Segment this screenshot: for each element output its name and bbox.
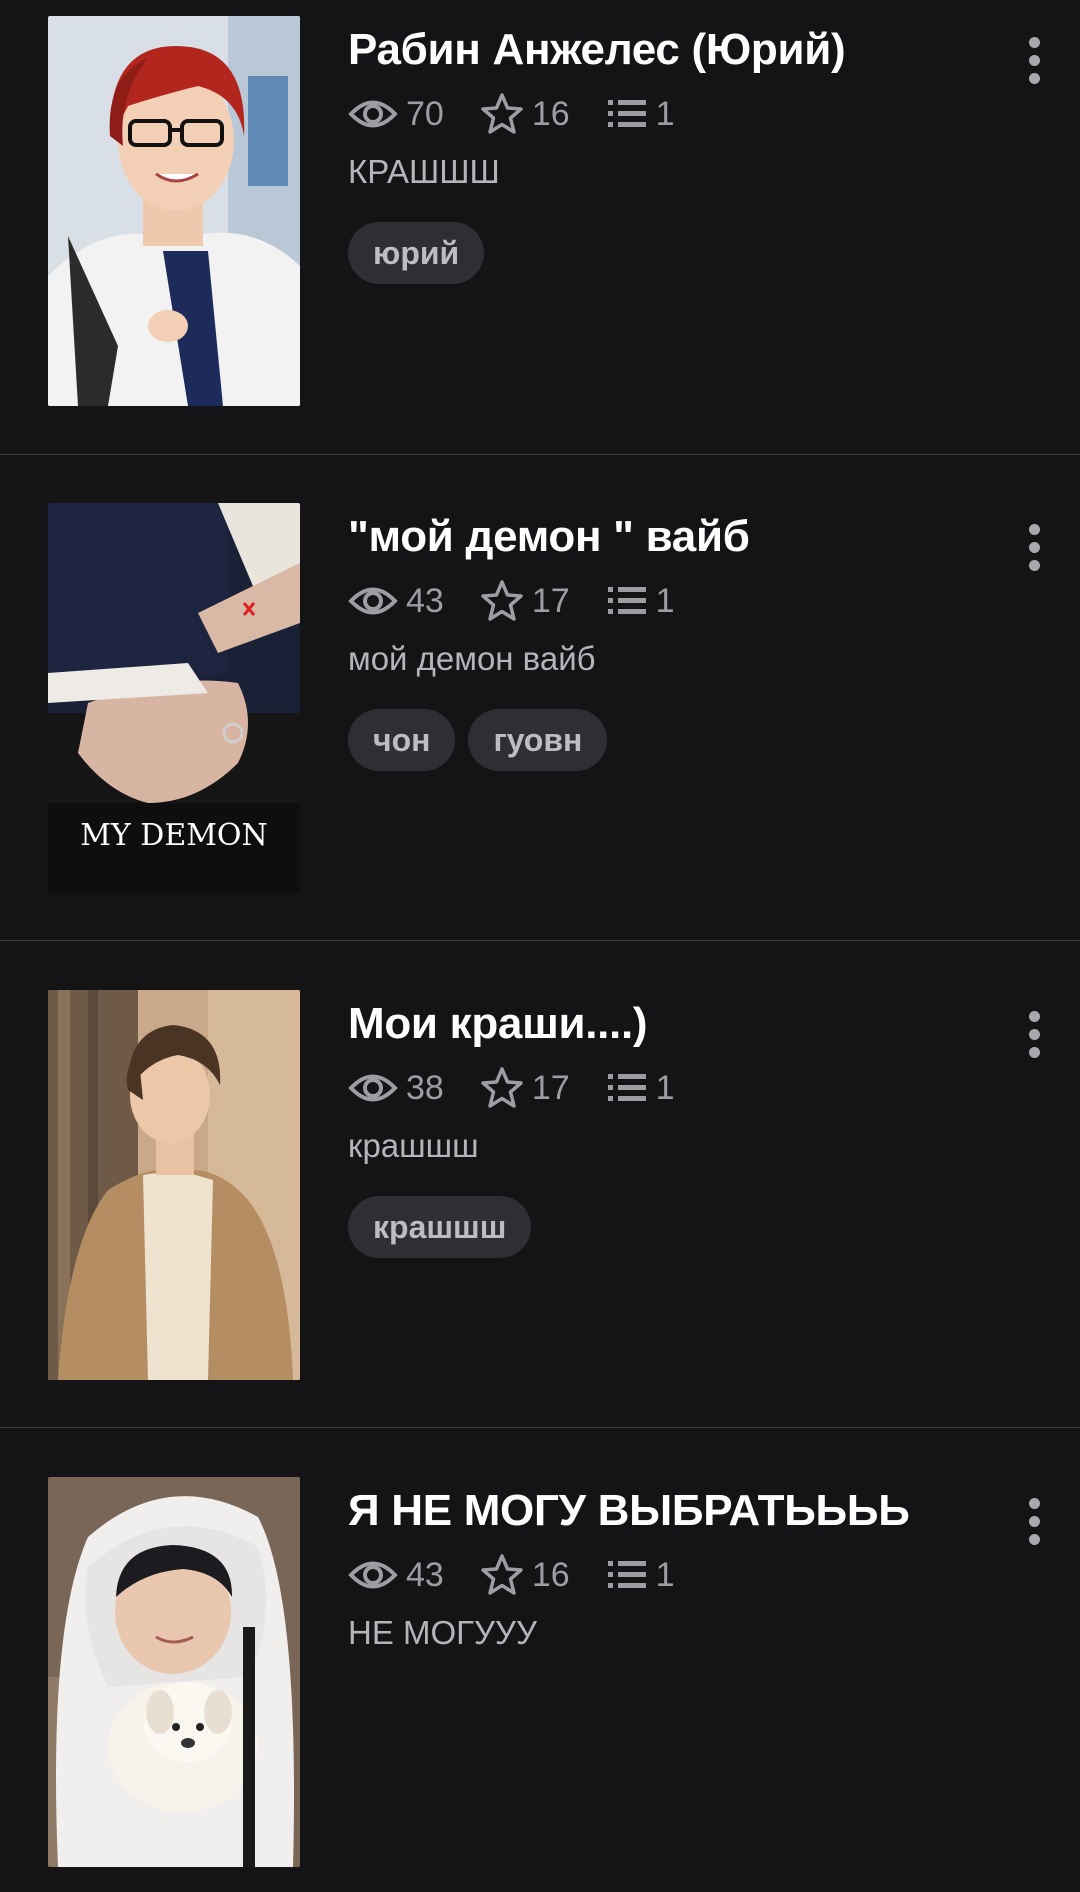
- story-cover[interactable]: [48, 16, 300, 406]
- dot: [1028, 72, 1040, 84]
- star-icon: [481, 1554, 523, 1595]
- story-info: Мои краши....) 38 17 1 крашшш крашшш: [348, 996, 990, 1258]
- dot: [1028, 1010, 1040, 1022]
- story-cover[interactable]: [48, 990, 300, 1380]
- views-stat: 38: [348, 1069, 444, 1108]
- story-description: КРАШШШ: [348, 153, 500, 190]
- votes-stat: 16: [480, 1553, 570, 1597]
- list-icon: [607, 100, 646, 127]
- votes-count: 16: [531, 94, 570, 133]
- story-title[interactable]: Рабин Анжелес (Юрий): [348, 22, 990, 78]
- views-stat: 43: [348, 582, 444, 621]
- views-count: 43: [406, 1555, 444, 1594]
- views-count: 43: [406, 581, 444, 620]
- story-title[interactable]: "мой демон " вайб: [348, 509, 990, 565]
- story-item[interactable]: Я НЕ МОГУ ВЫБРАТЬЬЬЬ 43 16 1 НЕ МОГУУУ: [0, 1429, 1080, 1869]
- story-cover[interactable]: [48, 1477, 300, 1867]
- story-stats: 38 17 1: [348, 1064, 990, 1112]
- star-icon: [481, 1067, 523, 1108]
- boy-with-puppy-cover: [48, 1477, 300, 1867]
- parts-stat: 1: [606, 1556, 675, 1595]
- list-icon: [607, 1074, 646, 1101]
- votes-count: 17: [531, 1068, 570, 1107]
- story-info: Я НЕ МОГУ ВЫБРАТЬЬЬЬ 43 16 1 НЕ МОГУУУ: [348, 1483, 990, 1653]
- star-icon: [481, 93, 523, 134]
- parts-count: 1: [655, 581, 675, 620]
- dot: [1028, 1028, 1040, 1040]
- dot: [1028, 1497, 1040, 1509]
- parts-count: 1: [655, 94, 675, 133]
- my-demon-cover: MY DEMON: [48, 503, 300, 893]
- parts-stat: 1: [606, 1069, 675, 1108]
- votes-stat: 16: [480, 92, 570, 136]
- story-stats: 70 16 1: [348, 90, 990, 138]
- parts-count: 1: [655, 1555, 675, 1594]
- story-title[interactable]: Мои краши....): [348, 996, 990, 1052]
- votes-stat: 17: [480, 1066, 570, 1110]
- list-icon: [607, 1561, 646, 1588]
- views-count: 70: [406, 94, 444, 133]
- more-options-button[interactable]: [1016, 517, 1052, 577]
- views-stat: 43: [348, 1556, 444, 1595]
- eye-icon: [348, 100, 398, 128]
- story-description: НЕ МОГУУУ: [348, 1614, 537, 1651]
- parts-stat: 1: [606, 582, 675, 621]
- story-description: крашшш: [348, 1127, 479, 1164]
- story-item[interactable]: MY DEMON "мой демон " вайб 43 17 1 мой д…: [0, 455, 1080, 941]
- tag-chip[interactable]: крашшш: [348, 1196, 532, 1258]
- dot: [1028, 54, 1040, 66]
- more-options-button[interactable]: [1016, 1491, 1052, 1551]
- tag-chip[interactable]: чон: [348, 709, 456, 771]
- man-in-beige-coat-cover: [48, 990, 300, 1380]
- votes-count: 16: [531, 1555, 570, 1594]
- votes-stat: 17: [480, 579, 570, 623]
- more-options-button[interactable]: [1016, 30, 1052, 90]
- dot: [1028, 1515, 1040, 1527]
- story-tags: крашшш: [348, 1196, 990, 1258]
- story-tags: чон гуовн: [348, 709, 990, 771]
- story-stats: 43 17 1: [348, 577, 990, 625]
- story-description: мой демон вайб: [348, 640, 596, 677]
- dot: [1028, 36, 1040, 48]
- dot: [1028, 1533, 1040, 1545]
- story-title[interactable]: Я НЕ МОГУ ВЫБРАТЬЬЬЬ: [348, 1483, 990, 1539]
- list-icon: [607, 587, 646, 614]
- dot: [1028, 559, 1040, 571]
- story-info: Рабин Анжелес (Юрий) 70 16 1 КРАШШШ юрий: [348, 22, 990, 284]
- story-info: "мой демон " вайб 43 17 1 мой демон вайб…: [348, 509, 990, 771]
- story-tags: юрий: [348, 222, 990, 284]
- story-stats: 43 16 1: [348, 1551, 990, 1599]
- dot: [1028, 541, 1040, 553]
- story-cover[interactable]: MY DEMON: [48, 503, 300, 893]
- star-icon: [481, 580, 523, 621]
- tag-chip[interactable]: гуовн: [468, 709, 608, 771]
- story-item[interactable]: Рабин Анжелес (Юрий) 70 16 1 КРАШШШ юрий: [0, 0, 1080, 455]
- views-stat: 70: [348, 95, 444, 134]
- story-list: Рабин Анжелес (Юрий) 70 16 1 КРАШШШ юрий…: [0, 0, 1080, 1892]
- views-count: 38: [406, 1068, 444, 1107]
- votes-count: 17: [531, 581, 570, 620]
- red-haired-boy-cover: [48, 16, 300, 406]
- story-item[interactable]: Мои краши....) 38 17 1 крашшш крашшш: [0, 942, 1080, 1428]
- dot: [1028, 523, 1040, 535]
- more-options-button[interactable]: [1016, 1004, 1052, 1064]
- cover-title-text: MY DEMON: [80, 818, 268, 853]
- eye-icon: [348, 587, 398, 615]
- dot: [1028, 1046, 1040, 1058]
- parts-stat: 1: [606, 95, 675, 134]
- eye-icon: [348, 1074, 398, 1102]
- tag-chip[interactable]: юрий: [348, 222, 485, 284]
- eye-icon: [348, 1561, 398, 1589]
- parts-count: 1: [655, 1068, 675, 1107]
